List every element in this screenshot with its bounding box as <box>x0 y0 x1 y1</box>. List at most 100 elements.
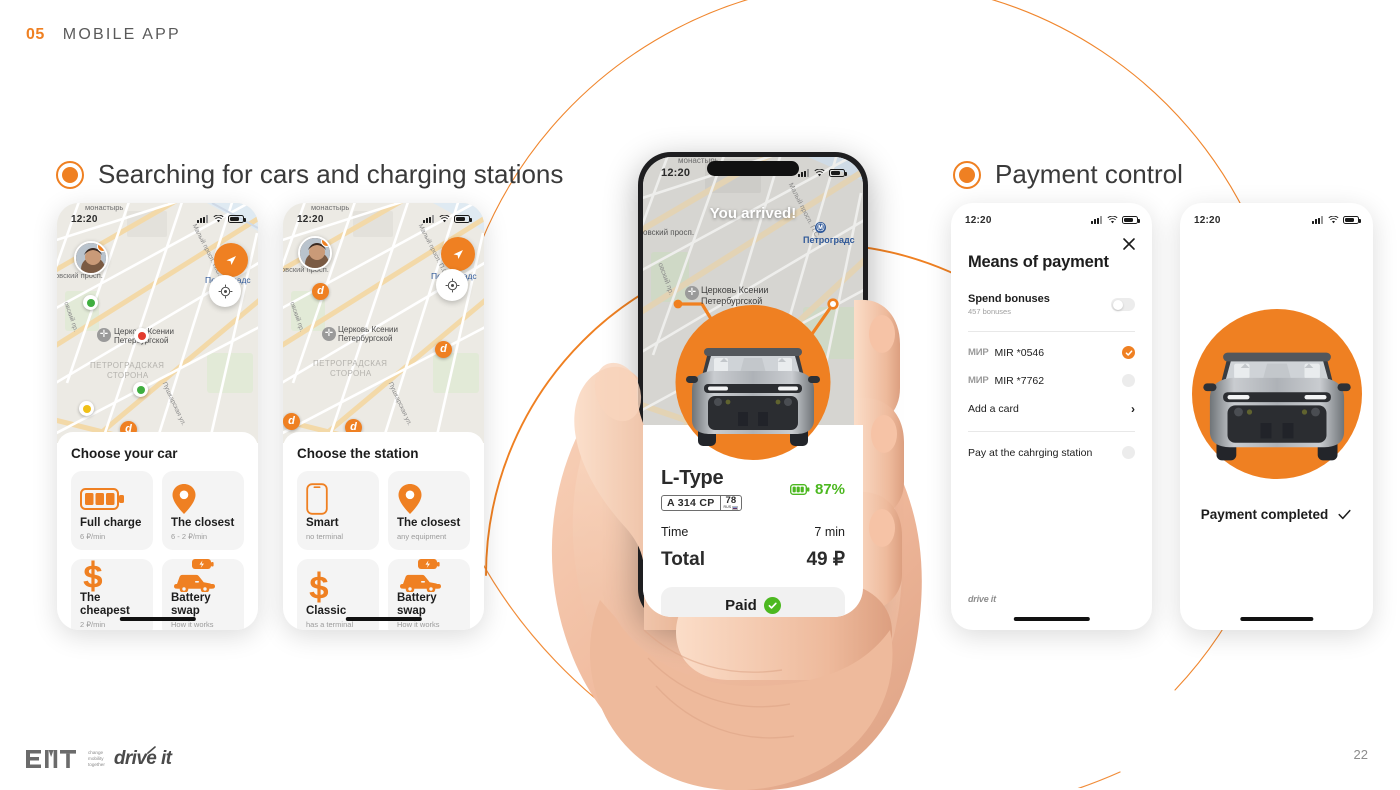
payment-title: Means of payment <box>968 253 1109 271</box>
drive-it-wordmark: drive it <box>113 748 172 769</box>
status-time: 12:20 <box>1194 214 1221 226</box>
battery-icon <box>829 169 847 177</box>
car-hero-circle <box>1191 309 1362 479</box>
drive-it-logo: drive it <box>113 746 172 770</box>
map-pin-icon <box>171 481 235 517</box>
payment-status-label: Payment completed <box>1200 507 1329 522</box>
card-info: МИР MIR *0546 <box>968 347 1044 359</box>
smartphone-icon <box>306 481 370 517</box>
car-front-illustration <box>686 348 820 446</box>
dollar-sign-icon: S <box>80 560 144 592</box>
pay-at-station-row[interactable]: Pay at the cahrging station <box>968 446 1135 459</box>
status-icons <box>798 169 847 177</box>
status-bar: 12:20 <box>951 209 1152 231</box>
hand-holding-phone: Малый просп. П.С. овский пр. монастырь о… <box>430 130 980 790</box>
accent-slash-icon <box>147 746 156 754</box>
arrived-banner: You arrived! <box>709 205 797 222</box>
card-info: МИР MIR *7762 <box>968 375 1044 387</box>
card-label: MIR *7762 <box>994 374 1045 387</box>
chevron-right-icon: › <box>1131 402 1135 416</box>
card-radio-selected[interactable] <box>1122 346 1135 359</box>
plate-country: RUS <box>724 505 739 510</box>
car-marker-green[interactable] <box>83 295 98 310</box>
tagline-line-1: change <box>88 749 104 755</box>
car-marker-yellow[interactable] <box>79 401 94 416</box>
cellular-signal-icon <box>1312 216 1324 224</box>
russia-flag-icon <box>732 505 739 510</box>
choose-car-sheet: Choose your car Full charge 6 ₽/min The … <box>57 432 258 630</box>
tile-the-closest[interactable]: The closest 6 - 2 ₽/min <box>162 471 244 550</box>
station-marker-driveit[interactable]: d <box>312 283 329 300</box>
navigate-button[interactable] <box>214 243 248 277</box>
payment-completed-content: Payment completed <box>1180 231 1373 522</box>
map-view-cars[interactable]: Малый просп. П.С. овский пр. Пушкарская … <box>57 203 258 443</box>
tile-sublabel: no terminal <box>306 532 344 541</box>
station-marker-driveit[interactable]: d <box>283 413 300 430</box>
tile-full-charge[interactable]: Full charge 6 ₽/min <box>71 471 153 550</box>
map-label-metro: Петроградс <box>803 235 855 245</box>
car-marker-red[interactable] <box>134 328 149 343</box>
page-number: 22 <box>1353 747 1368 762</box>
payment-status: Payment completed <box>1201 507 1353 522</box>
wifi-icon <box>814 169 825 177</box>
trip-total-row: Total 49 ₽ <box>661 548 845 571</box>
cellular-signal-icon <box>798 169 810 177</box>
spend-bonuses-toggle[interactable] <box>1111 298 1135 311</box>
mir-logo: МИР <box>968 375 989 386</box>
tile-sublabel: 6 - 2 ₽/min <box>171 532 208 541</box>
phone-screen: Малый просп. П.С. овский пр. монастырь о… <box>643 157 863 617</box>
battery-icon <box>1122 216 1140 224</box>
paid-label: Paid <box>725 596 757 614</box>
car-filter-tiles: Full charge 6 ₽/min The closest 6 - 2 ₽/… <box>71 471 244 630</box>
status-bar: 12:20 <box>57 208 258 230</box>
plate-region: 78 RUS <box>719 496 742 510</box>
close-icon[interactable] <box>1122 237 1136 251</box>
battery-percent: 87% <box>814 480 845 498</box>
church-poi-icon: ✛ <box>685 286 699 300</box>
battery-icon <box>454 215 472 223</box>
footer-logo: change mobility together drive it <box>26 746 172 770</box>
radio-filled-icon <box>56 160 84 189</box>
locate-me-button[interactable] <box>209 275 241 307</box>
cellular-signal-icon <box>197 215 209 223</box>
status-bar: 12:20 <box>283 208 484 230</box>
status-icons <box>1091 216 1140 224</box>
pay-at-station-label: Pay at the cahrging station <box>968 446 1093 459</box>
status-time: 12:20 <box>965 214 992 226</box>
card-radio[interactable] <box>1122 374 1135 387</box>
wifi-icon <box>439 215 450 223</box>
paid-button[interactable]: Paid <box>661 587 845 617</box>
map-label-district-1: ПЕТРОГРАДСКАЯ <box>90 361 165 370</box>
slide-root: 05 MOBILE APP Searching for cars and cha… <box>0 0 1400 790</box>
status-icons <box>423 215 472 223</box>
map-label-church-2: Петербургской <box>338 334 393 343</box>
card-label: MIR *0546 <box>994 346 1045 359</box>
add-card-label: Add a card <box>968 403 1019 415</box>
section-title-right: Payment control <box>995 159 1183 189</box>
payment-card-row-0[interactable]: МИР MIR *0546 <box>968 346 1135 359</box>
home-indicator <box>1013 617 1090 621</box>
church-poi-icon: ✛ <box>322 327 336 341</box>
cellular-signal-icon <box>1091 216 1103 224</box>
sheet-title: Choose your car <box>71 446 178 461</box>
avatar[interactable] <box>298 236 332 270</box>
battery-icon <box>228 215 246 223</box>
church-poi-icon: ✛ <box>97 328 111 342</box>
status-time: 12:20 <box>297 213 324 225</box>
car-battery-swap-icon <box>171 558 235 592</box>
check-icon <box>1338 509 1351 520</box>
car-marker-green[interactable] <box>133 382 148 397</box>
home-indicator <box>345 617 422 621</box>
pay-at-station-radio[interactable] <box>1122 446 1135 459</box>
tile-smart[interactable]: Smart no terminal <box>297 471 379 550</box>
phone-payment-completed: 12:20 Payment completed <box>1180 203 1373 630</box>
crosshair-icon <box>218 284 232 298</box>
spend-bonuses-row[interactable]: Spend bonuses 457 bonuses <box>968 293 1135 316</box>
avatar[interactable] <box>74 241 108 275</box>
battery-level: 87% <box>789 480 845 498</box>
map-label-prospekt: овский просп. <box>643 228 695 237</box>
payment-card-row-1[interactable]: МИР MIR *7762 <box>968 374 1135 387</box>
tile-sublabel: How it works <box>171 620 214 629</box>
wifi-icon <box>1107 216 1118 224</box>
add-card-row[interactable]: Add a card › <box>968 402 1135 416</box>
